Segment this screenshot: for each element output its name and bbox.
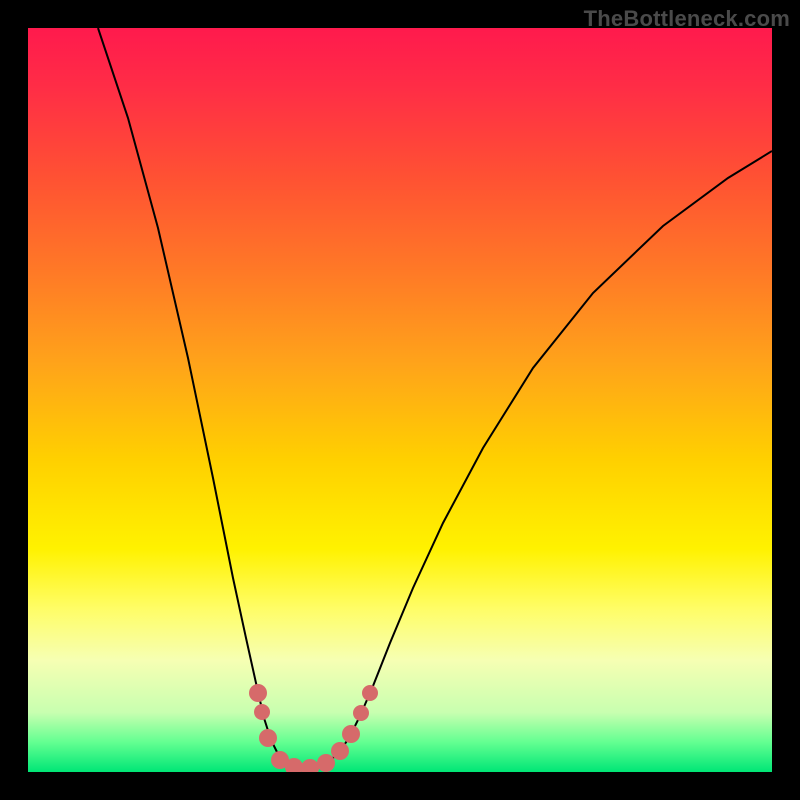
- curve-marker: [259, 729, 277, 747]
- curve-marker: [254, 704, 270, 720]
- chart-frame: TheBottleneck.com: [0, 0, 800, 800]
- curve-marker: [331, 742, 349, 760]
- plot-area: [28, 28, 772, 772]
- curve-svg: [28, 28, 772, 772]
- curve-marker: [249, 684, 267, 702]
- curve-marker: [362, 685, 378, 701]
- watermark-label: TheBottleneck.com: [584, 6, 790, 32]
- marker-group: [249, 684, 378, 772]
- curve-marker: [342, 725, 360, 743]
- curve-marker: [353, 705, 369, 721]
- curve-marker: [301, 759, 319, 772]
- bottleneck-curve: [98, 28, 772, 768]
- curve-marker: [317, 754, 335, 772]
